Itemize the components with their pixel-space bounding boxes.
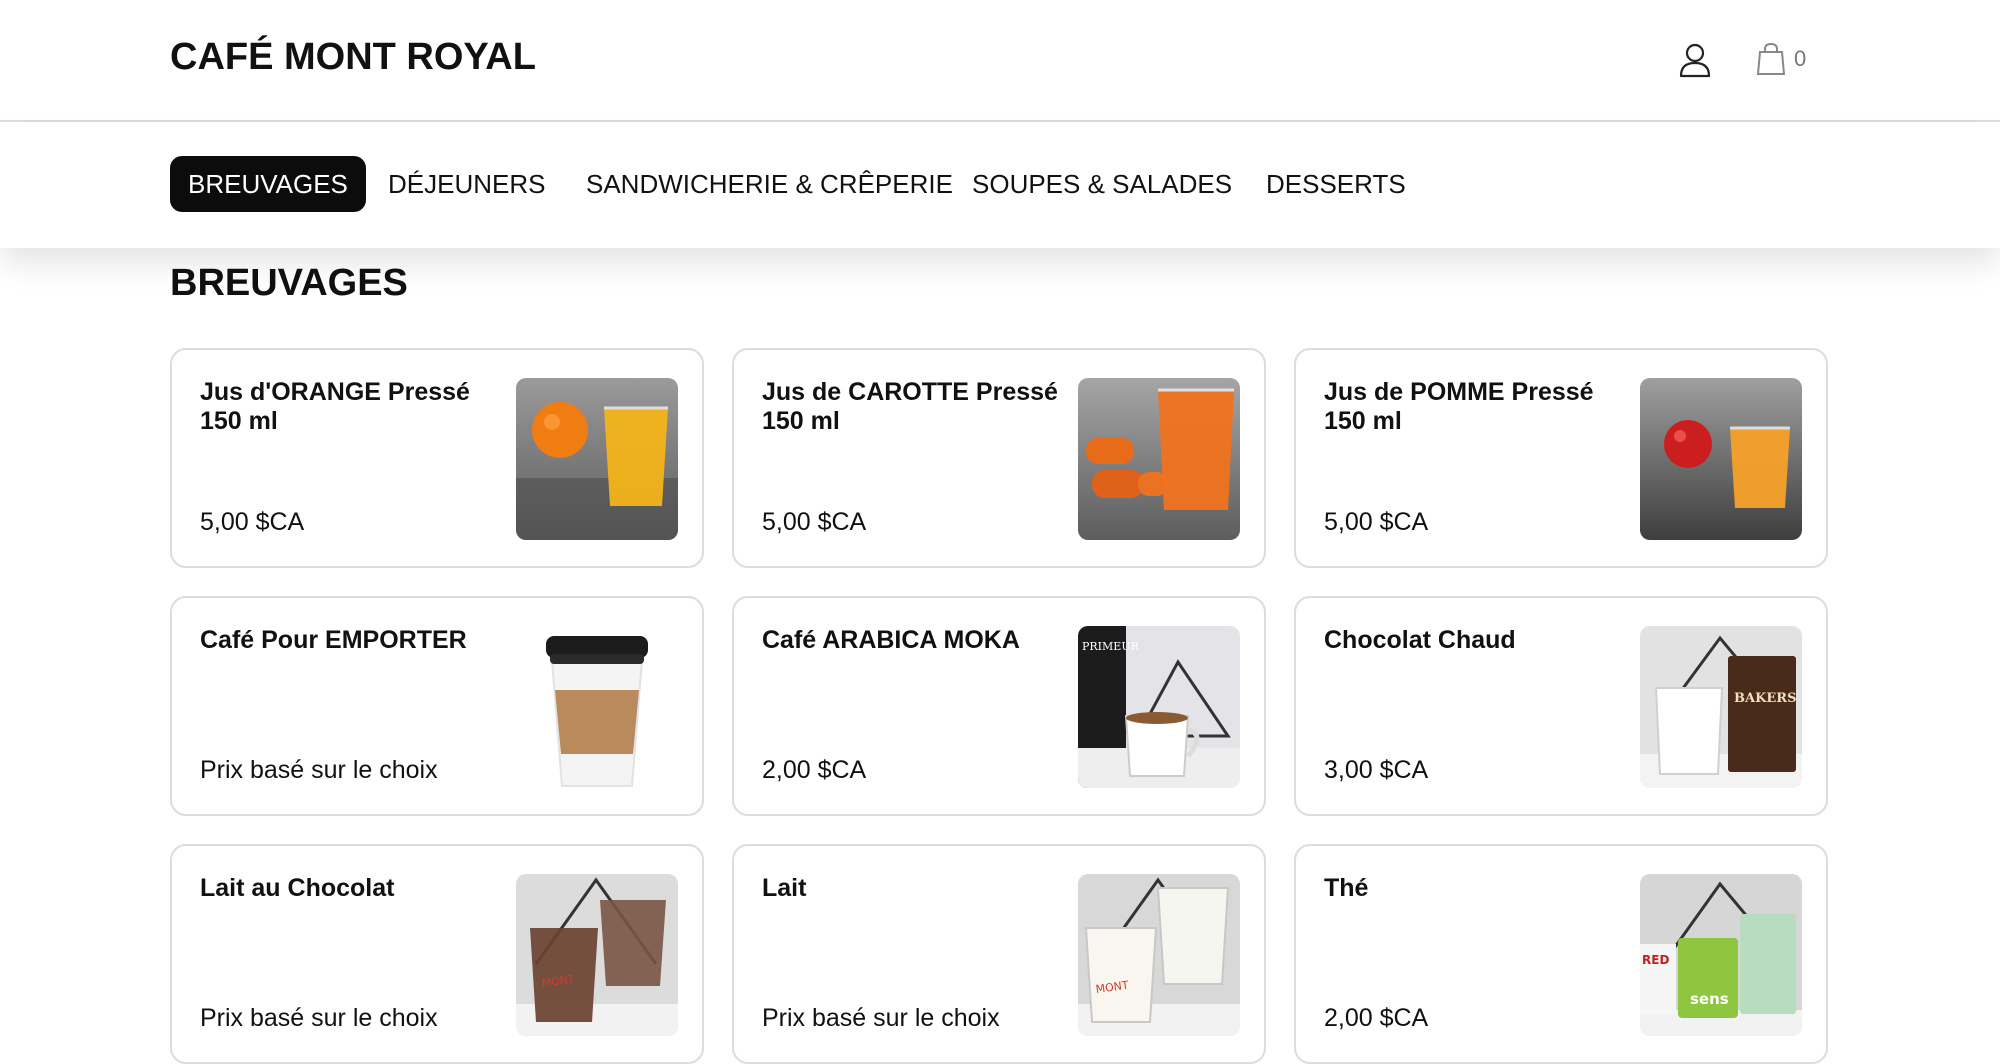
product-card[interactable]: Café Pour EMPORTER Prix basé sur le choi… bbox=[170, 596, 704, 816]
product-name: Jus de CAROTTE Pressé 150 ml bbox=[762, 378, 1058, 435]
product-price: 5,00 $CA bbox=[200, 508, 305, 536]
product-name: Café Pour EMPORTER bbox=[200, 626, 467, 654]
cart-count[interactable]: 0 bbox=[1794, 46, 1806, 72]
product-price: 3,00 $CA bbox=[1324, 756, 1429, 784]
tab-desserts[interactable]: DESSERTS bbox=[1248, 156, 1424, 212]
site-header: CAFÉ MONT ROYAL 0 bbox=[0, 0, 2000, 122]
product-price: 2,00 $CA bbox=[762, 756, 867, 784]
product-name: Jus d'ORANGE Pressé 150 ml bbox=[200, 378, 470, 435]
user-icon[interactable] bbox=[1678, 42, 1712, 78]
product-card[interactable]: Jus de CAROTTE Pressé 150 ml 5,00 $CA bbox=[732, 348, 1266, 568]
orange-juice-photo bbox=[516, 378, 678, 540]
product-card[interactable]: Lait au Chocolat Prix basé sur le choix … bbox=[170, 844, 704, 1064]
product-price: 5,00 $CA bbox=[1324, 508, 1429, 536]
product-name: Thé bbox=[1324, 874, 1369, 902]
milk-photo: MONT bbox=[1078, 874, 1240, 1036]
product-card[interactable]: Chocolat Chaud 3,00 $CA BAKERS bbox=[1294, 596, 1828, 816]
tab-soupes-salades[interactable]: SOUPES & SALADES bbox=[954, 156, 1250, 212]
product-price: 5,00 $CA bbox=[762, 508, 867, 536]
shopping-bag-icon[interactable] bbox=[1756, 42, 1786, 76]
category-nav: BREUVAGES DÉJEUNERS SANDWICHERIE & CRÊPE… bbox=[0, 122, 2000, 248]
apple-juice-photo bbox=[1640, 378, 1802, 540]
product-price: Prix basé sur le choix bbox=[200, 756, 438, 784]
product-image-label: BAKERS bbox=[1734, 691, 1796, 706]
product-price: 2,00 $CA bbox=[1324, 1004, 1429, 1032]
product-image-label: sens bbox=[1690, 990, 1729, 1008]
brand-logo[interactable]: CAFÉ MONT ROYAL bbox=[170, 36, 536, 79]
tab-sandwicherie-creperie[interactable]: SANDWICHERIE & CRÊPERIE bbox=[568, 156, 971, 212]
product-card[interactable]: Thé 2,00 $CA RED sens bbox=[1294, 844, 1828, 1064]
product-name: Chocolat Chaud bbox=[1324, 626, 1516, 654]
arabica-coffee-photo: PRIMEUR bbox=[1078, 626, 1240, 788]
tab-breuvages[interactable]: BREUVAGES bbox=[170, 156, 366, 212]
product-name: Lait au Chocolat bbox=[200, 874, 395, 902]
product-name: Lait bbox=[762, 874, 807, 902]
takeaway-coffee-cup-photo bbox=[516, 626, 678, 788]
tab-dejeuners[interactable]: DÉJEUNERS bbox=[370, 156, 563, 212]
product-card[interactable]: Jus d'ORANGE Pressé 150 ml 5,00 $CA bbox=[170, 348, 704, 568]
svg-text:RED: RED bbox=[1642, 953, 1669, 967]
product-card[interactable]: Jus de POMME Pressé 150 ml 5,00 $CA bbox=[1294, 348, 1828, 568]
carrot-juice-photo bbox=[1078, 378, 1240, 540]
product-name: Jus de POMME Pressé 150 ml bbox=[1324, 378, 1594, 435]
product-price: Prix basé sur le choix bbox=[200, 1004, 438, 1032]
product-price: Prix basé sur le choix bbox=[762, 1004, 1000, 1032]
product-image-label: PRIMEUR bbox=[1082, 640, 1140, 653]
hot-chocolate-photo: BAKERS bbox=[1640, 626, 1802, 788]
section-title: BREUVAGES bbox=[170, 262, 408, 304]
product-card[interactable]: Café ARABICA MOKA 2,00 $CA PRIMEUR bbox=[732, 596, 1266, 816]
tea-photo: RED sens bbox=[1640, 874, 1802, 1036]
product-name: Café ARABICA MOKA bbox=[762, 626, 1020, 654]
chocolate-milk-photo: MONT bbox=[516, 874, 678, 1036]
product-card[interactable]: Lait Prix basé sur le choix MONT bbox=[732, 844, 1266, 1064]
